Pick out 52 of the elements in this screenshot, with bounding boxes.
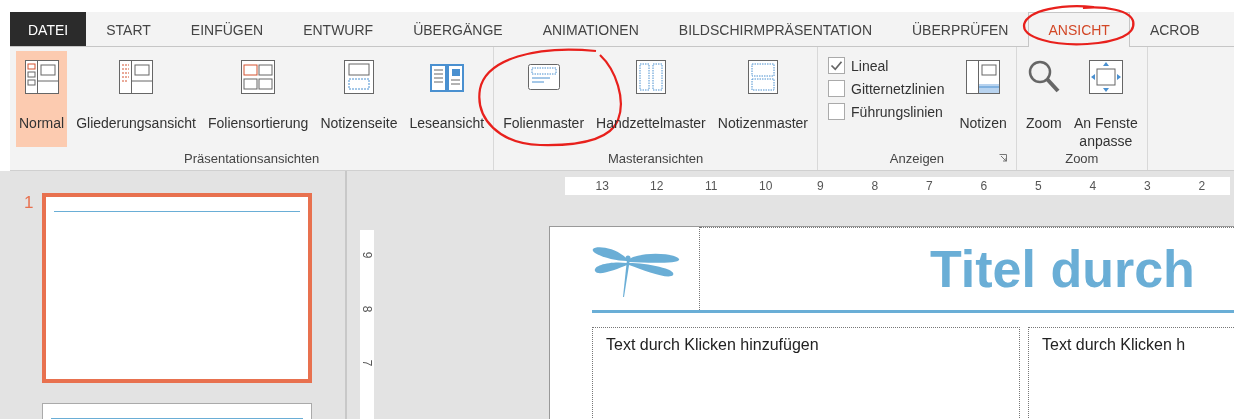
ribbon-button[interactable]: An Fenste anpasse bbox=[1070, 51, 1141, 147]
ruler-checkbox[interactable]: Führungslinien bbox=[828, 103, 945, 120]
content-placeholder[interactable]: Text durch Klicken hinzufügen bbox=[592, 327, 1020, 419]
ruler-number: 6 bbox=[979, 178, 989, 195]
ribbon-tab[interactable]: DATEI bbox=[10, 12, 87, 46]
ruler-number: 10 bbox=[758, 178, 774, 195]
ruler-number: 5 bbox=[1033, 178, 1043, 195]
ruler-number: 13 bbox=[594, 178, 610, 195]
ruler-number: 12 bbox=[649, 178, 665, 195]
slide-number: 1 bbox=[24, 193, 35, 214]
ribbon-tab[interactable]: EINFÜGEN bbox=[170, 12, 284, 46]
ruler-number: 7 bbox=[924, 178, 934, 195]
ribbon-tab[interactable]: BILDSCHIRMPRÄSENTATION bbox=[658, 12, 892, 46]
fit-window-icon bbox=[1087, 59, 1124, 95]
ribbon-button[interactable]: Gliederungsansicht bbox=[73, 51, 199, 147]
ruler-number: 4 bbox=[1088, 178, 1098, 195]
ribbon-button[interactable]: Folienmaster bbox=[500, 51, 588, 147]
normal-view-icon bbox=[23, 59, 60, 95]
ruler-checkbox[interactable]: Gitternetzlinien bbox=[828, 80, 945, 97]
ruler-number: 7 bbox=[360, 358, 374, 369]
slide-sorter-icon bbox=[240, 59, 277, 95]
outline-view-icon bbox=[118, 59, 155, 95]
ribbon-tab[interactable]: ANIMATIONEN bbox=[522, 12, 659, 46]
ruler-number: 8 bbox=[870, 178, 880, 195]
ruler-number: 3 bbox=[1142, 178, 1152, 195]
ruler-number: 9 bbox=[815, 178, 825, 195]
dialog-launcher-icon[interactable] bbox=[997, 153, 1008, 163]
ruler-number: 11 bbox=[704, 178, 719, 195]
group-label: Anzeigen bbox=[889, 151, 945, 166]
ribbon-tab[interactable]: ANSICHT bbox=[1028, 12, 1130, 47]
ribbon-button[interactable]: Foliensortierung bbox=[205, 51, 312, 147]
ribbon-button[interactable]: Leseansicht bbox=[406, 51, 488, 147]
ribbon-button[interactable]: Notizenseite bbox=[317, 51, 401, 147]
notes-pane-icon bbox=[965, 59, 1002, 95]
ribbon-tab[interactable]: ACROB bbox=[1129, 12, 1220, 46]
slide-thumbnail[interactable] bbox=[42, 193, 312, 383]
ribbon-tab[interactable]: ÜBERGÄNGE bbox=[393, 12, 523, 46]
ruler-number: 8 bbox=[360, 304, 374, 315]
ribbon-tab[interactable]: ENTWURF bbox=[283, 12, 394, 46]
ruler-number: 9 bbox=[360, 250, 374, 261]
ruler-checkbox[interactable]: Lineal bbox=[828, 57, 945, 74]
ribbon-button[interactable]: Normal bbox=[16, 51, 68, 147]
ribbon-button[interactable]: Notizenmaster bbox=[714, 51, 812, 147]
group-label: Zoom bbox=[1065, 151, 1099, 166]
ribbon-tab[interactable]: ÜBERPRÜFEN bbox=[892, 12, 1029, 46]
ribbon-tab[interactable]: START bbox=[86, 12, 171, 46]
ruler-number: 2 bbox=[1197, 178, 1207, 195]
group-label: Masteransichten bbox=[607, 151, 704, 166]
group-label: Präsentationsansichten bbox=[184, 151, 320, 166]
ribbon-button[interactable]: Zoom bbox=[1022, 51, 1065, 147]
content-placeholder[interactable]: Text durch Klicken h bbox=[1028, 327, 1234, 419]
ribbon-button[interactable]: Notizen bbox=[956, 51, 1010, 147]
